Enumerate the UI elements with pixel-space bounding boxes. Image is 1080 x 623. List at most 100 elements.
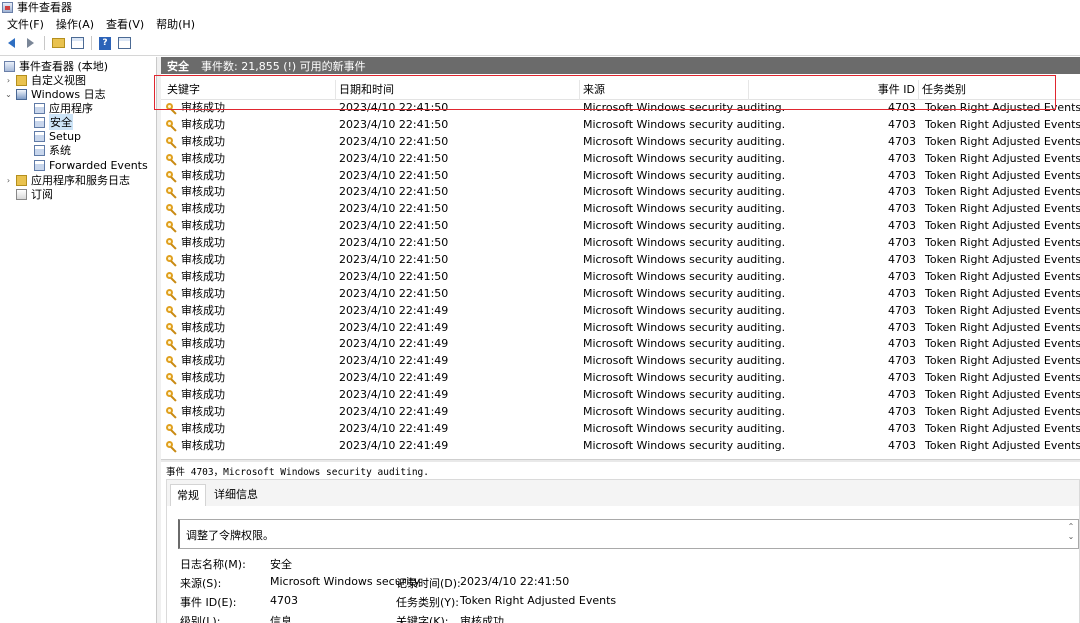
cell-keyword: 审核成功 bbox=[181, 337, 225, 351]
table-row[interactable]: 审核成功 2023/4/10 22:41:50 Microsoft Windows … bbox=[161, 269, 1080, 286]
cell-keyword: 审核成功 bbox=[181, 219, 225, 233]
audit-success-key-icon bbox=[166, 339, 177, 352]
column-keywords[interactable]: 关键字 bbox=[164, 80, 336, 100]
cell-event-id: 4703 bbox=[888, 286, 916, 300]
cell-datetime: 2023/4/10 22:41:50 bbox=[339, 134, 449, 148]
action-pane-icon[interactable] bbox=[116, 35, 132, 51]
cell-datetime: 2023/4/10 22:41:49 bbox=[339, 371, 449, 385]
forward-arrow-icon[interactable] bbox=[22, 35, 38, 51]
column-source[interactable]: 来源 bbox=[580, 80, 749, 100]
help-icon[interactable]: ? bbox=[97, 35, 113, 51]
cell-datetime: 2023/4/10 22:41:49 bbox=[339, 421, 449, 435]
tab-details[interactable]: 详细信息 bbox=[208, 484, 264, 506]
console-tree-icon[interactable] bbox=[69, 35, 85, 51]
cell-keyword: 审核成功 bbox=[181, 438, 225, 452]
column-event-id[interactable]: 事件 ID bbox=[749, 80, 919, 100]
table-row[interactable]: 审核成功 2023/4/10 22:41:50 Microsoft Windows … bbox=[161, 134, 1080, 151]
task-category-value: Token Right Adjusted Events bbox=[460, 594, 617, 607]
tree-item-root[interactable]: 事件查看器 (本地) bbox=[4, 59, 108, 73]
cell-task-category: Token Right Adjusted Events bbox=[925, 253, 1080, 267]
expand-chevron-icon[interactable]: › bbox=[4, 76, 13, 85]
cell-event-id: 4703 bbox=[888, 337, 916, 351]
table-row[interactable]: 审核成功 2023/4/10 22:41:50 Microsoft Windows … bbox=[161, 235, 1080, 252]
cell-task-category: Token Right Adjusted Events bbox=[925, 405, 1080, 419]
cell-keyword: 审核成功 bbox=[181, 236, 225, 250]
cell-keyword: 审核成功 bbox=[181, 101, 225, 114]
audit-success-key-icon bbox=[166, 153, 177, 166]
event-description-box[interactable]: 调整了令牌权限。 ⌃ ⌄ bbox=[178, 519, 1079, 549]
column-date-time[interactable]: 日期和时间 bbox=[336, 80, 580, 100]
scroll-down-icon[interactable]: ⌄ bbox=[1066, 532, 1076, 542]
table-row[interactable]: 审核成功 2023/4/10 22:41:50 Microsoft Windows … bbox=[161, 151, 1080, 168]
cell-datetime: 2023/4/10 22:41:50 bbox=[339, 236, 449, 250]
menu-view[interactable]: 查看(V) bbox=[106, 16, 144, 32]
scroll-up-icon[interactable]: ⌃ bbox=[1066, 522, 1076, 532]
table-header: 关键字 日期和时间 来源 事件 ID 任务类别 bbox=[161, 80, 1080, 100]
open-folder-icon[interactable] bbox=[50, 35, 66, 51]
cell-task-category: Token Right Adjusted Events bbox=[925, 269, 1080, 283]
tree-item-setup[interactable]: Setup bbox=[34, 129, 81, 143]
tree-item-security[interactable]: 安全 bbox=[34, 114, 73, 130]
tree-item-apps-services[interactable]: › 应用程序和服务日志 bbox=[4, 173, 130, 187]
task-category-label: 任务类别(Y): bbox=[396, 596, 460, 609]
menu-help[interactable]: 帮助(H) bbox=[156, 16, 195, 32]
table-row[interactable]: 审核成功 2023/4/10 22:41:49 Microsoft Windows … bbox=[161, 370, 1080, 387]
cell-datetime: 2023/4/10 22:41:50 bbox=[339, 101, 449, 114]
menu-file[interactable]: 文件(F) bbox=[7, 16, 44, 32]
event-details-pane: 事件 4703，Microsoft Windows security audit… bbox=[161, 462, 1080, 623]
table-row[interactable]: 审核成功 2023/4/10 22:41:49 Microsoft Windows … bbox=[161, 404, 1080, 421]
table-row[interactable]: 审核成功 2023/4/10 22:41:50 Microsoft Windows … bbox=[161, 184, 1080, 201]
table-row[interactable]: 审核成功 2023/4/10 22:41:50 Microsoft Windows … bbox=[161, 168, 1080, 185]
cell-datetime: 2023/4/10 22:41:50 bbox=[339, 269, 449, 283]
cell-datetime: 2023/4/10 22:41:50 bbox=[339, 219, 449, 233]
toolbar-separator bbox=[91, 36, 92, 50]
tree-item-system[interactable]: 系统 bbox=[34, 143, 71, 157]
menu-action[interactable]: 操作(A) bbox=[56, 16, 94, 32]
cell-task-category: Token Right Adjusted Events bbox=[925, 421, 1080, 435]
event-viewer-icon bbox=[4, 60, 15, 72]
tree-item-custom-views[interactable]: › 自定义视图 bbox=[4, 73, 86, 87]
table-row[interactable]: 审核成功 2023/4/10 22:41:49 Microsoft Windows … bbox=[161, 387, 1080, 404]
apps-services-folder-icon bbox=[16, 174, 27, 186]
audit-success-key-icon bbox=[166, 407, 177, 419]
tree-label: Forwarded Events bbox=[49, 158, 148, 172]
tree-item-forwarded-events[interactable]: Forwarded Events bbox=[34, 158, 148, 172]
audit-success-key-icon bbox=[166, 119, 177, 132]
collapse-chevron-icon[interactable]: ⌄ bbox=[4, 90, 13, 99]
column-task-category[interactable]: 任务类别 bbox=[919, 80, 1079, 100]
table-body: 审核成功 2023/4/10 22:41:50 Microsoft Windows … bbox=[161, 100, 1080, 455]
tab-general[interactable]: 常规 bbox=[170, 484, 206, 506]
cell-datetime: 2023/4/10 22:41:49 bbox=[339, 405, 449, 419]
table-row[interactable]: 审核成功 2023/4/10 22:41:49 Microsoft Windows … bbox=[161, 303, 1080, 320]
table-row[interactable]: 审核成功 2023/4/10 22:41:49 Microsoft Windows … bbox=[161, 320, 1080, 337]
description-scrollbar[interactable]: ⌃ ⌄ bbox=[1066, 522, 1076, 542]
log-icon bbox=[34, 102, 45, 114]
table-row[interactable]: 审核成功 2023/4/10 22:41:50 Microsoft Windows … bbox=[161, 100, 1080, 117]
back-arrow-icon[interactable] bbox=[3, 35, 19, 51]
event-id-value: 4703 bbox=[270, 594, 298, 607]
table-row[interactable]: 审核成功 2023/4/10 22:41:50 Microsoft Windows … bbox=[161, 218, 1080, 235]
expand-chevron-icon[interactable]: › bbox=[4, 176, 13, 185]
table-row[interactable]: 审核成功 2023/4/10 22:41:50 Microsoft Windows … bbox=[161, 286, 1080, 303]
cell-event-id: 4703 bbox=[888, 320, 916, 334]
cell-keyword: 审核成功 bbox=[181, 151, 225, 165]
cell-event-id: 4703 bbox=[888, 438, 916, 452]
tree-item-application[interactable]: 应用程序 bbox=[34, 101, 93, 115]
table-row[interactable]: 审核成功 2023/4/10 22:41:50 Microsoft Windows … bbox=[161, 117, 1080, 134]
cell-task-category: Token Right Adjusted Events bbox=[925, 388, 1080, 402]
cell-event-id: 4703 bbox=[888, 405, 916, 419]
audit-success-key-icon bbox=[166, 170, 177, 183]
table-row[interactable]: 审核成功 2023/4/10 22:41:49 Microsoft Windows … bbox=[161, 336, 1080, 353]
event-count: 事件数: 21,855 (!) 可用的新事件 bbox=[201, 59, 366, 73]
table-row[interactable]: 审核成功 2023/4/10 22:41:49 Microsoft Windows … bbox=[161, 353, 1080, 370]
table-row[interactable]: 审核成功 2023/4/10 22:41:49 Microsoft Windows … bbox=[161, 438, 1080, 455]
tree-item-windows-logs[interactable]: ⌄ Windows 日志 bbox=[4, 87, 105, 101]
table-row[interactable]: 审核成功 2023/4/10 22:41:50 Microsoft Windows … bbox=[161, 201, 1080, 218]
cell-datetime: 2023/4/10 22:41:50 bbox=[339, 286, 449, 300]
cell-event-id: 4703 bbox=[888, 117, 916, 131]
table-row[interactable]: 审核成功 2023/4/10 22:41:50 Microsoft Windows … bbox=[161, 252, 1080, 269]
table-row[interactable]: 审核成功 2023/4/10 22:41:49 Microsoft Windows … bbox=[161, 421, 1080, 438]
audit-success-key-icon bbox=[166, 440, 177, 453]
cell-event-id: 4703 bbox=[888, 371, 916, 385]
tree-item-subscriptions[interactable]: 订阅 bbox=[16, 187, 53, 201]
